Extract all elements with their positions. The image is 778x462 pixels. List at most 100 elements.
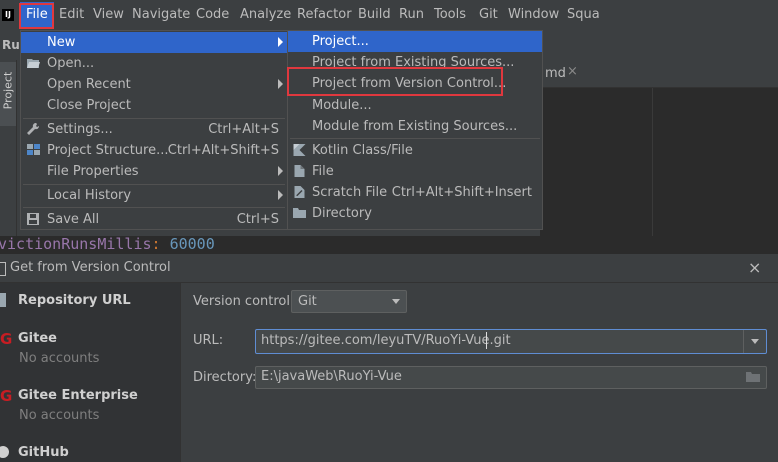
chevron-down-icon[interactable] xyxy=(751,339,759,344)
file-menu-open-label: Open... xyxy=(47,56,95,71)
file-menu-save-all[interactable]: Save All Ctrl+S xyxy=(21,209,287,230)
folder-open-icon xyxy=(27,59,40,68)
file-menu-project-structure-shortcut: Ctrl+Alt+Shift+S xyxy=(167,143,279,158)
text-caret xyxy=(486,332,487,349)
sidebar-item-label: Gitee xyxy=(18,331,57,346)
new-scratch-file-label: Scratch File xyxy=(312,185,388,200)
menu-edit[interactable]: Edit xyxy=(59,7,84,22)
file-menu: New Open... Open Recent Close Project Se… xyxy=(20,30,288,230)
browse-folder-icon[interactable] xyxy=(746,372,760,382)
version-control-red-outline xyxy=(287,67,503,96)
new-module-from-existing-sources-label: Module from Existing Sources... xyxy=(312,119,518,134)
new-file-label: File xyxy=(312,164,334,179)
file-menu-file-properties-label: File Properties xyxy=(47,164,139,179)
new-directory-label: Directory xyxy=(312,206,372,221)
sidebar-item-label: GitHub xyxy=(18,445,69,460)
file-menu-settings[interactable]: Settings... Ctrl+Alt+S xyxy=(21,119,287,140)
directory-label: Directory: xyxy=(193,370,257,385)
file-menu-close-project-label: Close Project xyxy=(47,98,132,113)
menu-run[interactable]: Run xyxy=(399,7,424,22)
new-module-from-existing-sources[interactable]: Module from Existing Sources... xyxy=(288,116,542,137)
file-menu-local-history-label: Local History xyxy=(47,188,132,203)
menu-view[interactable]: View xyxy=(93,7,124,22)
menu-build[interactable]: Build xyxy=(358,7,391,22)
version-control-label: Version control: xyxy=(193,294,295,309)
version-control-value: Git xyxy=(298,294,317,309)
menu-refactor[interactable]: Refactor xyxy=(297,7,352,22)
menu-tools[interactable]: Tools xyxy=(434,7,466,22)
directory-input-value: E:\javaWeb\RuoYi-Vue xyxy=(261,369,402,384)
sidebar-item-repository-url[interactable]: Repository URL xyxy=(0,283,180,328)
repository-icon xyxy=(0,293,6,307)
file-menu-new[interactable]: New xyxy=(21,32,287,53)
submenu-arrow-icon xyxy=(278,79,283,89)
menu-analyze[interactable]: Analyze xyxy=(240,7,291,22)
new-submenu: Project... Project from Existing Sources… xyxy=(287,30,543,230)
menu-navigate[interactable]: Navigate xyxy=(132,7,190,22)
file-menu-red-outline xyxy=(19,3,54,29)
submenu-arrow-icon xyxy=(278,190,283,200)
file-icon xyxy=(294,165,305,177)
close-icon[interactable]: × xyxy=(748,258,761,277)
run-toolwindow-label[interactable]: Ru xyxy=(2,38,20,52)
sidebar-item-gitee[interactable]: G Gitee No accounts xyxy=(0,328,180,385)
dialog-app-icon xyxy=(0,262,6,276)
new-file[interactable]: File xyxy=(288,161,542,182)
file-menu-settings-shortcut: Ctrl+Alt+S xyxy=(208,122,279,137)
url-input-value: https://gitee.com/leyuTV/RuoYi-Vue.git xyxy=(261,333,511,348)
code-separator: : xyxy=(151,235,161,253)
file-menu-project-structure-label: Project Structure... xyxy=(47,143,169,158)
wrench-icon xyxy=(27,123,40,135)
file-menu-file-properties[interactable]: File Properties xyxy=(21,161,287,182)
url-label: URL: xyxy=(193,333,224,348)
editor-tab-close-icon[interactable]: × xyxy=(567,64,578,79)
sidebar-item-sublabel: No accounts xyxy=(19,351,100,366)
sidebar-item-github[interactable]: GitHub xyxy=(0,442,180,462)
folder-icon xyxy=(293,208,306,218)
project-side-tab-label: Project xyxy=(1,71,15,110)
sidebar-item-sublabel: No accounts xyxy=(19,408,100,423)
new-module-label: Module... xyxy=(312,98,372,113)
menu-code[interactable]: Code xyxy=(196,7,229,22)
scratch-file-icon xyxy=(294,186,305,198)
sidebar-item-label: Repository URL xyxy=(18,293,131,308)
menu-squa[interactable]: Squa xyxy=(567,7,600,22)
menu-bar: IJ File Edit View Navigate Code Analyze … xyxy=(0,0,778,30)
menu-window[interactable]: Window xyxy=(508,7,559,22)
code-line: victionRunsMillis: 60000 xyxy=(0,235,215,253)
file-menu-new-label: New xyxy=(47,35,76,50)
project-structure-icon xyxy=(27,144,40,155)
chevron-down-icon xyxy=(392,299,400,304)
new-scratch-file[interactable]: Scratch File Ctrl+Alt+Shift+Insert xyxy=(288,182,542,203)
save-icon xyxy=(27,213,39,225)
new-project-label: Project... xyxy=(312,34,369,49)
editor-tab-label[interactable]: md xyxy=(545,66,566,81)
file-menu-close-project[interactable]: Close Project xyxy=(21,95,287,116)
menu-separator xyxy=(290,138,540,139)
new-kotlin-class-file-label: Kotlin Class/File xyxy=(312,143,413,158)
new-project[interactable]: Project... xyxy=(288,31,542,52)
gitee-icon: G xyxy=(0,330,13,348)
file-menu-project-structure[interactable]: Project Structure... Ctrl+Alt+Shift+S xyxy=(21,140,287,161)
dialog-title: Get from Version Control xyxy=(10,260,171,275)
submenu-arrow-icon xyxy=(278,166,283,176)
file-menu-open[interactable]: Open... xyxy=(21,53,287,74)
new-directory[interactable]: Directory xyxy=(288,203,542,224)
file-menu-settings-label: Settings... xyxy=(47,122,113,137)
menu-git[interactable]: Git xyxy=(479,7,498,22)
new-scratch-file-shortcut: Ctrl+Alt+Shift+Insert xyxy=(391,185,532,200)
gitee-icon: G xyxy=(0,387,13,405)
code-identifier: victionRunsMillis xyxy=(0,235,152,253)
file-menu-open-recent[interactable]: Open Recent xyxy=(21,74,287,95)
url-dropdown-divider xyxy=(743,330,744,353)
sidebar-item-label: Gitee Enterprise xyxy=(18,388,138,403)
code-value: 60000 xyxy=(169,235,215,253)
sidebar-item-gitee-enterprise[interactable]: G Gitee Enterprise No accounts xyxy=(0,385,180,442)
new-module[interactable]: Module... xyxy=(288,95,542,116)
submenu-arrow-icon xyxy=(278,37,283,47)
editor-right-margin xyxy=(652,88,653,238)
file-menu-local-history[interactable]: Local History xyxy=(21,185,287,206)
intellij-logo-icon: IJ xyxy=(2,9,14,21)
new-kotlin-class-file[interactable]: Kotlin Class/File xyxy=(288,140,542,161)
file-menu-save-all-label: Save All xyxy=(47,212,100,227)
